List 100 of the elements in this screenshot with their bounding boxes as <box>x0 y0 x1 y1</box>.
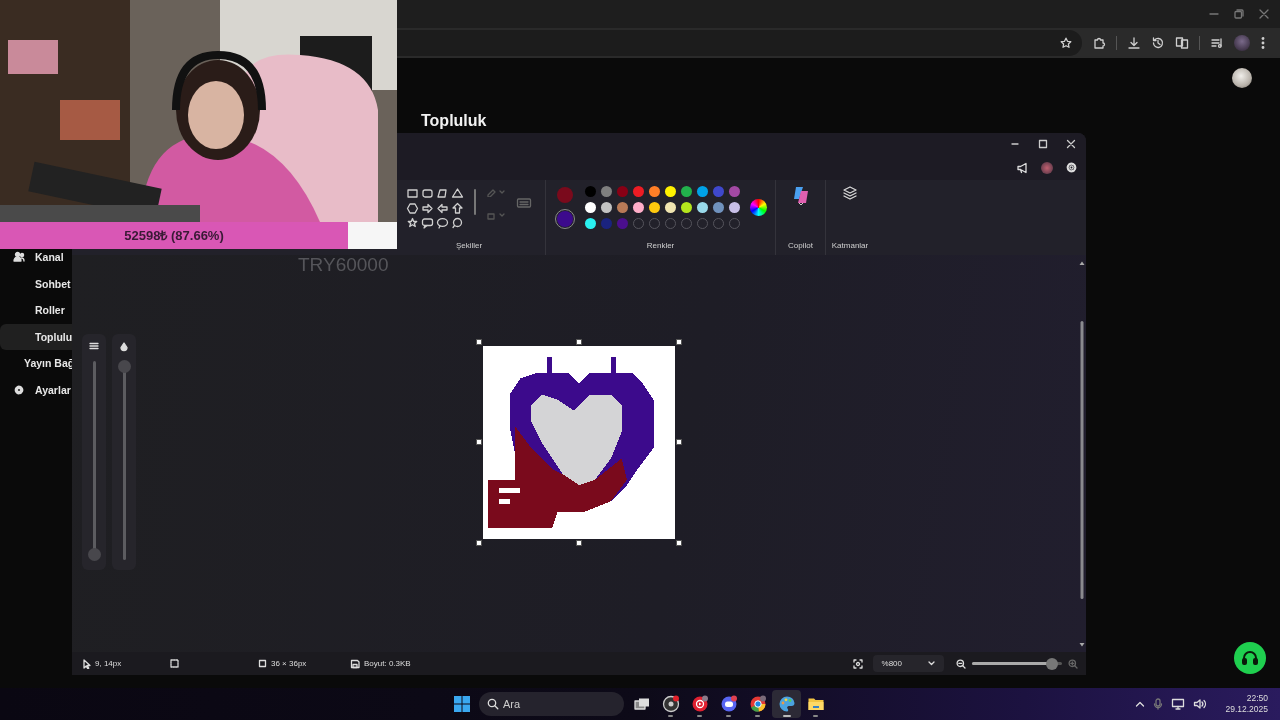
left-arrow-icon[interactable] <box>436 202 449 215</box>
hexagon-icon[interactable] <box>406 202 419 215</box>
color-swatch[interactable] <box>600 217 612 229</box>
color-swatch[interactable] <box>584 185 596 197</box>
microphone-icon[interactable] <box>1153 698 1164 710</box>
headset-icon <box>1241 649 1259 667</box>
sidebar-item[interactable]: Roller <box>0 297 72 324</box>
restore-icon[interactable] <box>1233 8 1245 20</box>
megaphone-icon[interactable] <box>1016 161 1029 174</box>
maximize-icon[interactable] <box>1038 139 1048 149</box>
sidebar-item[interactable]: Toplulu <box>0 323 72 351</box>
people-icon <box>13 251 25 263</box>
slider-thumb[interactable] <box>117 360 131 373</box>
record-icon[interactable] <box>661 695 680 713</box>
color-picker-icon[interactable] <box>749 198 767 216</box>
triangle-icon[interactable] <box>451 187 464 200</box>
color-swatch[interactable] <box>728 201 740 213</box>
gear-icon <box>13 384 25 397</box>
section-label: Renkler <box>646 241 675 250</box>
speaker-icon[interactable] <box>1193 698 1208 710</box>
avatar[interactable] <box>1232 68 1252 88</box>
slider-thumb[interactable] <box>87 548 101 561</box>
speech-bubble-icon[interactable] <box>421 217 434 230</box>
color-swatch[interactable] <box>600 185 612 197</box>
color-swatch[interactable] <box>696 185 708 197</box>
resize-handle[interactable] <box>476 339 482 345</box>
chevron-up-icon[interactable] <box>1135 699 1146 709</box>
chat-icon[interactable] <box>719 695 738 713</box>
up-arrow-icon[interactable] <box>451 202 464 215</box>
puzzle-icon[interactable] <box>1092 36 1106 50</box>
task-view-icon[interactable] <box>634 697 650 711</box>
star-icon[interactable] <box>1060 37 1072 49</box>
resize-handle[interactable] <box>476 540 482 546</box>
color-swatch[interactable] <box>632 185 644 197</box>
network-icon[interactable] <box>1171 698 1186 710</box>
palette-icon[interactable] <box>777 695 796 713</box>
history-icon[interactable] <box>1151 36 1165 50</box>
right-arrow-icon[interactable] <box>421 202 434 215</box>
resize-handle[interactable] <box>676 540 682 546</box>
zoom-dropdown[interactable]: %800 <box>872 655 944 672</box>
color-swatch[interactable] <box>600 201 612 213</box>
color-swatch[interactable] <box>616 185 628 197</box>
sidebar-item[interactable]: Kanal <box>0 250 72 271</box>
color-swatch[interactable] <box>648 185 660 197</box>
page-title: Topluluk <box>421 112 487 130</box>
download-icon[interactable] <box>1127 36 1141 50</box>
color-swatch[interactable] <box>584 217 596 229</box>
clock-time[interactable]: 22:50 <box>1246 693 1268 704</box>
color-swatch[interactable] <box>584 201 596 213</box>
resize-handle[interactable] <box>676 339 682 345</box>
rounded-rectangle-icon[interactable] <box>421 187 434 200</box>
search-field[interactable]: Ara <box>479 692 624 716</box>
parallelogram-icon[interactable] <box>436 187 449 200</box>
search-icon <box>487 698 499 710</box>
slider-thumb[interactable] <box>1046 657 1059 670</box>
music-icon[interactable] <box>690 695 709 713</box>
color-swatch[interactable] <box>680 201 692 213</box>
fit-screen-icon[interactable] <box>852 658 863 669</box>
sidebar-item[interactable]: Sohbet <box>0 270 72 298</box>
cursor-icon <box>82 658 91 669</box>
more-icon[interactable] <box>1260 36 1266 50</box>
star-icon[interactable] <box>406 217 419 230</box>
translate-icon[interactable] <box>1175 36 1189 50</box>
section-label: Şekiller <box>455 241 483 250</box>
color-swatch[interactable] <box>680 185 692 197</box>
color-swatch[interactable] <box>664 201 676 213</box>
donation-amount: 52598₺ (87.66%) <box>123 227 225 245</box>
droplet-icon <box>119 342 129 352</box>
scrollbar[interactable] <box>1079 259 1085 649</box>
color-swatch[interactable] <box>728 185 740 197</box>
resize-handle[interactable] <box>476 439 482 445</box>
canvas-size: 36 × 36px <box>271 659 307 668</box>
browser-icon[interactable] <box>748 695 767 713</box>
sidebar-item[interactable]: Ayarlar <box>0 376 72 404</box>
zoom-in-icon[interactable] <box>1068 658 1078 669</box>
clock-date[interactable]: 29.12.2025 <box>1225 704 1268 715</box>
rectangle-icon[interactable] <box>406 187 419 200</box>
color-swatch[interactable] <box>664 185 676 197</box>
layers-icon[interactable] <box>842 185 858 201</box>
start-icon[interactable] <box>454 696 470 712</box>
resize-handle[interactable] <box>676 439 682 445</box>
copilot-icon[interactable] <box>792 185 809 207</box>
color-swatch[interactable] <box>616 201 628 213</box>
resize-handle[interactable] <box>576 540 582 546</box>
layers-panel-icon[interactable] <box>516 197 532 209</box>
color-swatch[interactable] <box>648 201 660 213</box>
resize-handle[interactable] <box>576 339 582 345</box>
close-icon[interactable] <box>1066 139 1076 149</box>
color-swatch[interactable] <box>616 217 628 229</box>
zoom-out-icon[interactable] <box>956 658 966 669</box>
color-swatch[interactable] <box>712 185 724 197</box>
oval-callout-icon[interactable] <box>436 217 449 230</box>
cursor-position: 9, 14px <box>95 659 122 668</box>
cloud-callout-icon[interactable] <box>451 217 464 230</box>
color-swatch[interactable] <box>632 201 644 213</box>
taskbar-app[interactable] <box>772 690 801 718</box>
color-swatch[interactable] <box>696 201 708 213</box>
color-swatch[interactable] <box>712 201 724 213</box>
settings-icon[interactable] <box>1065 161 1078 174</box>
media-icon[interactable] <box>1210 36 1224 50</box>
